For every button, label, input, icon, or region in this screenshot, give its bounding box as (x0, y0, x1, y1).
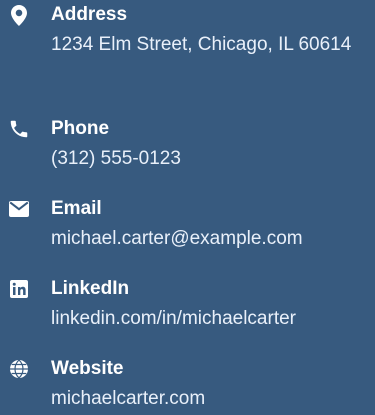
linkedin-icon (8, 278, 30, 300)
contact-value-address: 1234 Elm Street, Chicago, IL 60614 (51, 34, 352, 55)
contact-value-phone[interactable]: (312) 555-0123 (51, 143, 181, 175)
contact-item-phone: Phone (312) 555-0123 (0, 117, 375, 175)
phone-icon (8, 118, 30, 140)
contact-item-email: Email michael.carter@example.com (0, 197, 375, 255)
contact-label-email: Email (51, 198, 102, 219)
contact-value-linkedin[interactable]: linkedin.com/in/michaelcarter (51, 303, 296, 335)
contact-value-email[interactable]: michael.carter@example.com (51, 223, 303, 255)
contact-item-linkedin: LinkedIn linkedin.com/in/michaelcarter (0, 277, 375, 335)
contact-label-address: Address (51, 4, 128, 25)
contact-item-website: Website michaelcarter.com (0, 357, 375, 415)
globe-icon (8, 358, 30, 380)
contact-item-address: Address 1234 Elm Street, Chicago, IL 606… (0, 3, 375, 99)
contact-value-website[interactable]: michaelcarter.com (51, 383, 205, 415)
contact-label-website: Website (51, 358, 124, 379)
map-marker-icon (8, 4, 30, 26)
contact-label-linkedin: LinkedIn (51, 278, 130, 299)
contact-list: Address 1234 Elm Street, Chicago, IL 606… (0, 0, 375, 415)
envelope-icon (8, 198, 30, 220)
contact-label-phone: Phone (51, 118, 110, 139)
